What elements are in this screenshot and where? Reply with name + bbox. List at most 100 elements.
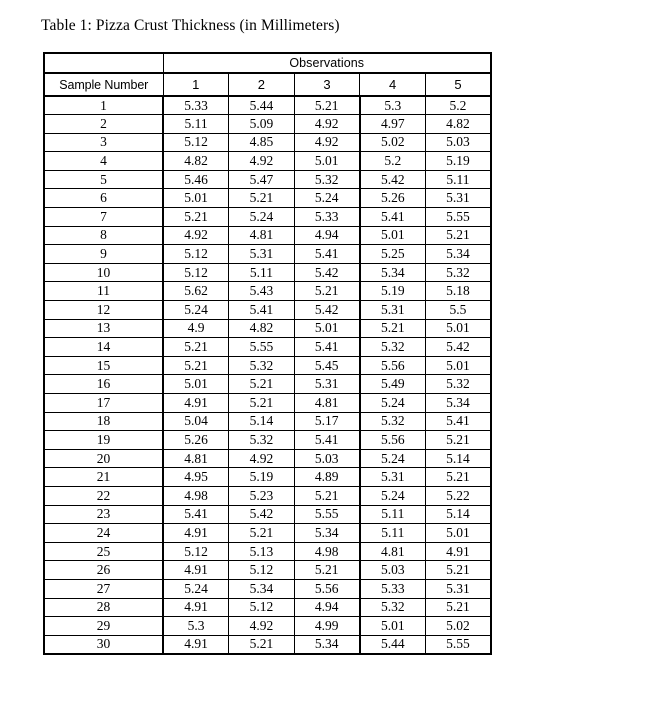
cell-observation: 5.22 — [424, 485, 492, 506]
cell-observation: 5.33 — [358, 578, 426, 599]
table-row: 29 5.3 4.92 4.99 5.01 5.02 — [43, 616, 492, 636]
cell-observation: 5.32 — [358, 411, 426, 432]
cell-observation: 5.24 — [358, 393, 426, 413]
cell-observation: 5.11 — [358, 504, 426, 525]
cell-observation: 5.03 — [293, 448, 361, 469]
table-row: 24 4.91 5.21 5.34 5.11 5.01 — [43, 523, 492, 543]
cell-observation: 5.12 — [228, 560, 295, 580]
cell-observation: 5.31 — [293, 374, 361, 394]
cell-sample-number: 5 — [43, 169, 164, 190]
cell-observation: 5.55 — [424, 634, 492, 655]
cell-observation: 5.21 — [293, 281, 361, 302]
cell-sample-number: 13 — [43, 318, 164, 339]
table-row: 9 5.12 5.31 5.41 5.25 5.34 — [43, 244, 492, 264]
header-sample-number: Sample Number — [43, 72, 164, 97]
cell-observation: 4.82 — [162, 151, 230, 171]
cell-observation: 5.01 — [424, 523, 492, 543]
cell-observation: 5.26 — [162, 430, 230, 450]
cell-observation: 5.44 — [228, 95, 295, 116]
table-row: 12 5.24 5.41 5.42 5.31 5.5 — [43, 300, 492, 320]
cell-observation: 4.92 — [162, 225, 230, 246]
cell-sample-number: 29 — [43, 616, 164, 636]
cell-sample-number: 20 — [43, 448, 164, 469]
cell-sample-number: 9 — [43, 244, 164, 264]
cell-observation: 5.11 — [424, 169, 492, 190]
cell-observation: 5.32 — [228, 430, 295, 450]
table-container: Observations Sample Number 1 2 3 4 5 1 5.… — [43, 52, 492, 655]
cell-observation: 4.92 — [228, 616, 295, 636]
cell-observation: 5.12 — [162, 541, 230, 562]
cell-sample-number: 15 — [43, 355, 164, 376]
cell-observation: 4.91 — [162, 393, 230, 413]
cell-sample-number: 14 — [43, 337, 164, 357]
cell-observation: 5.55 — [293, 504, 361, 525]
cell-observation: 5.41 — [424, 411, 492, 432]
cell-observation: 5.33 — [293, 207, 361, 227]
cell-observation: 5.31 — [424, 578, 492, 599]
header-observations-group: Observations — [162, 52, 492, 74]
cell-observation: 5.04 — [162, 411, 230, 432]
cell-sample-number: 30 — [43, 634, 164, 655]
cell-observation: 5.21 — [228, 523, 295, 543]
cell-observation: 5.56 — [293, 578, 361, 599]
cell-observation: 5.25 — [358, 244, 426, 264]
cell-observation: 5.24 — [228, 207, 295, 227]
table-row: 20 4.81 4.92 5.03 5.24 5.14 — [43, 448, 492, 469]
cell-observation: 4.94 — [293, 597, 361, 618]
table-row: 8 4.92 4.81 4.94 5.01 5.21 — [43, 225, 492, 246]
cell-observation: 5.2 — [358, 151, 426, 171]
cell-observation: 4.91 — [424, 541, 492, 562]
header-observation-2: 2 — [228, 72, 295, 97]
cell-observation: 4.99 — [293, 616, 361, 636]
cell-observation: 4.81 — [162, 448, 230, 469]
table-row: 6 5.01 5.21 5.24 5.26 5.31 — [43, 188, 492, 209]
cell-observation: 5.21 — [293, 95, 361, 116]
cell-observation: 4.92 — [293, 132, 361, 153]
cell-observation: 5.21 — [293, 485, 361, 506]
header-observation-4: 4 — [359, 72, 426, 97]
table-body: 1 5.33 5.44 5.21 5.3 5.2 2 5.11 5.09 4.92 4.97 4.82… — [43, 95, 492, 655]
cell-observation: 5.14 — [424, 448, 492, 469]
cell-observation: 5.56 — [358, 430, 426, 450]
cell-observation: 4.9 — [162, 318, 230, 339]
cell-observation: 5.41 — [228, 300, 295, 320]
cell-observation: 5.41 — [293, 244, 361, 264]
cell-observation: 5.55 — [424, 207, 492, 227]
cell-observation: 5.01 — [358, 225, 426, 246]
cell-observation: 5.34 — [358, 262, 426, 283]
cell-observation: 5.01 — [293, 318, 361, 339]
document-page: Table 1: Pizza Crust Thickness (in Milli… — [0, 0, 657, 707]
cell-observation: 5.11 — [358, 523, 426, 543]
cell-observation: 5.21 — [228, 634, 295, 655]
cell-observation: 4.82 — [424, 114, 492, 134]
cell-observation: 5.24 — [162, 300, 230, 320]
cell-observation: 5.47 — [228, 169, 295, 190]
cell-observation: 5.12 — [228, 597, 295, 618]
cell-observation: 5.21 — [293, 560, 361, 580]
cell-observation: 5.21 — [424, 597, 492, 618]
table-row: 16 5.01 5.21 5.31 5.49 5.32 — [43, 374, 492, 394]
cell-observation: 5.42 — [228, 504, 295, 525]
cell-observation: 5.56 — [358, 355, 426, 376]
cell-observation: 5.23 — [228, 485, 295, 506]
cell-sample-number: 18 — [43, 411, 164, 432]
cell-observation: 4.82 — [228, 318, 295, 339]
cell-observation: 5.13 — [228, 541, 295, 562]
cell-observation: 5.31 — [358, 467, 426, 487]
cell-observation: 5.11 — [162, 114, 230, 134]
cell-sample-number: 25 — [43, 541, 164, 562]
cell-observation: 5.45 — [293, 355, 361, 376]
table-row: 21 4.95 5.19 4.89 5.31 5.21 — [43, 467, 492, 487]
cell-observation: 5.2 — [424, 95, 492, 116]
table-row: 18 5.04 5.14 5.17 5.32 5.41 — [43, 411, 492, 432]
cell-observation: 5.41 — [162, 504, 230, 525]
cell-observation: 5.24 — [293, 188, 361, 209]
pizza-crust-thickness-table: Observations Sample Number 1 2 3 4 5 1 5.… — [43, 52, 492, 655]
cell-observation: 5.32 — [424, 374, 492, 394]
header-corner-blank — [43, 52, 164, 74]
table-row: 5 5.46 5.47 5.32 5.42 5.11 — [43, 169, 492, 190]
table-row: 11 5.62 5.43 5.21 5.19 5.18 — [43, 281, 492, 302]
cell-observation: 5.03 — [424, 132, 492, 153]
cell-observation: 5.42 — [293, 262, 361, 283]
cell-sample-number: 6 — [43, 188, 164, 209]
